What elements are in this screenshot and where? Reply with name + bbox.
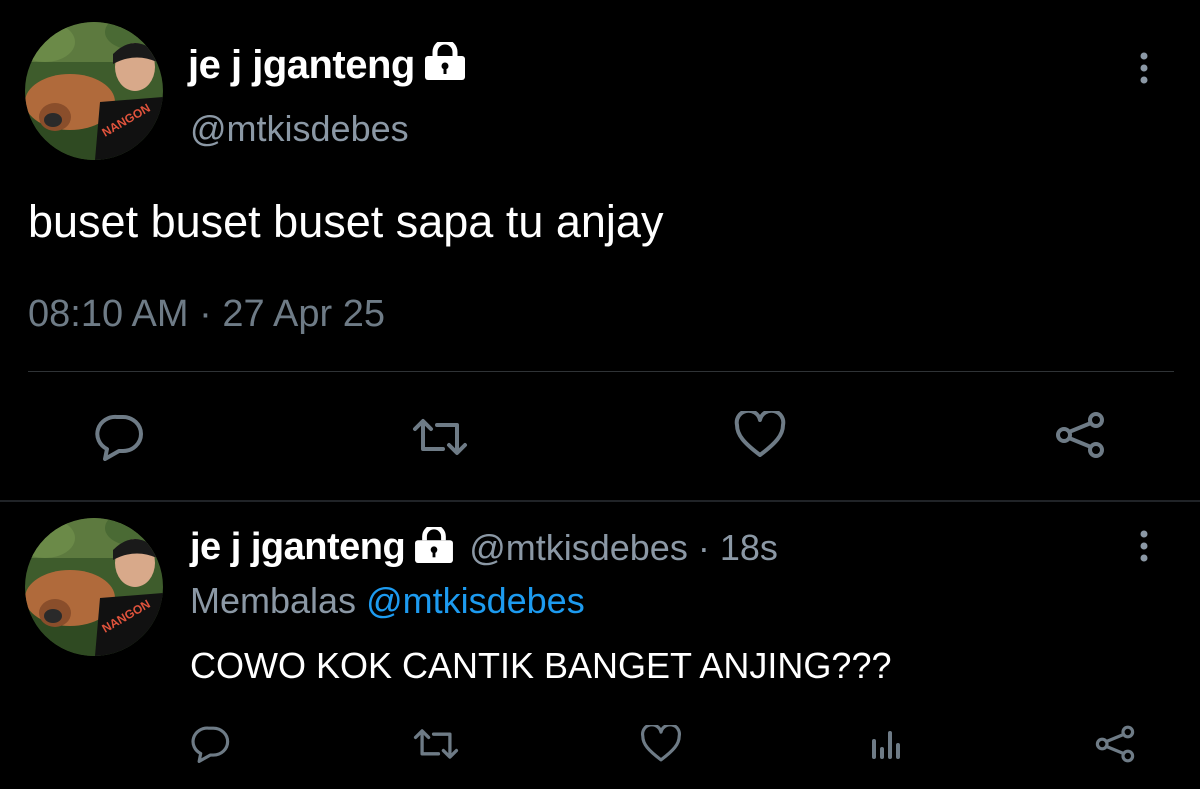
- tweet-text: buset buset buset sapa tu anjay: [28, 196, 664, 247]
- replying-mention-link[interactable]: @mtkisdebes: [366, 580, 585, 621]
- like-icon[interactable]: [638, 722, 684, 766]
- timestamp[interactable]: 08:10 AM · 27 Apr 25: [28, 293, 385, 336]
- handle[interactable]: @mtkisdebes: [190, 108, 409, 150]
- more-icon[interactable]: [1138, 530, 1150, 567]
- more-icon[interactable]: [1138, 52, 1150, 89]
- handle-time[interactable]: @mtkisdebes · 18s: [469, 527, 778, 569]
- avatar[interactable]: NANGON: [25, 518, 163, 656]
- display-name-text: je j jganteng: [188, 43, 415, 87]
- avatar-image: NANGON: [25, 518, 163, 656]
- lock-icon: [413, 524, 455, 568]
- like-icon[interactable]: [732, 408, 788, 462]
- display-name[interactable]: je j jganteng: [188, 39, 467, 90]
- reply-header: je j jganteng @mtkisdebes · 18s: [190, 524, 778, 569]
- tweet-separator: [0, 500, 1200, 502]
- lock-icon: [423, 39, 467, 90]
- avatar[interactable]: NANGON: [25, 22, 163, 160]
- share-icon[interactable]: [1052, 408, 1108, 462]
- share-icon[interactable]: [1092, 722, 1138, 766]
- replying-to: Membalas @mtkisdebes: [190, 580, 585, 622]
- avatar-image: NANGON: [25, 22, 163, 160]
- divider: [28, 371, 1174, 372]
- main-tweet: NANGON je j jganteng @mtkisdebes buset b…: [0, 0, 1200, 500]
- display-name[interactable]: je j jganteng: [190, 526, 406, 569]
- reply-icon[interactable]: [92, 412, 148, 462]
- reply-icon[interactable]: [188, 722, 234, 766]
- analytics-icon[interactable]: [866, 724, 906, 764]
- reply-text: COWO KOK CANTIK BANGET ANJING???: [190, 645, 892, 686]
- replying-prefix: Membalas: [190, 580, 357, 621]
- retweet-icon[interactable]: [410, 724, 462, 764]
- retweet-icon[interactable]: [410, 412, 470, 462]
